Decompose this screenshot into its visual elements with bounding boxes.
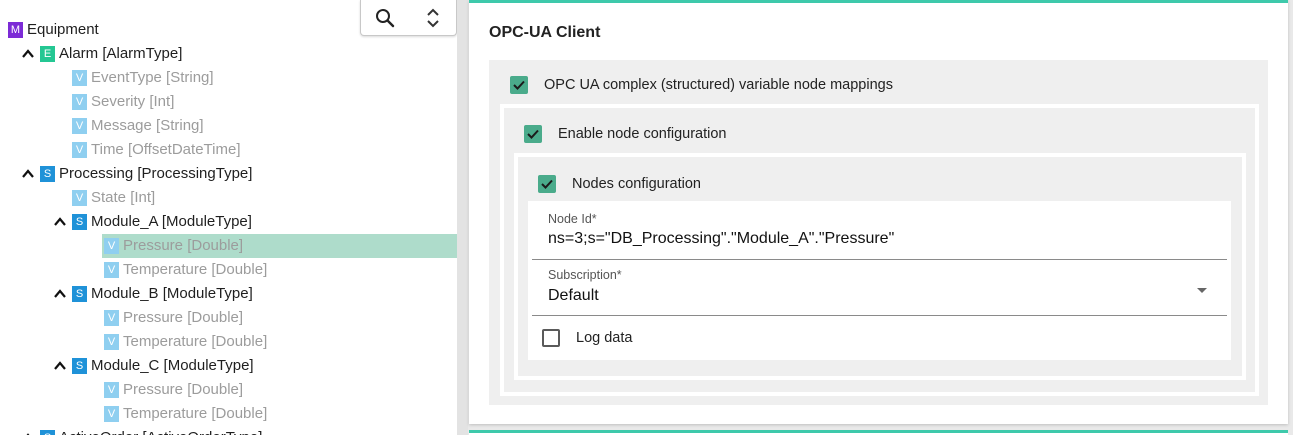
node-id-label: Node Id* xyxy=(548,212,597,226)
mappings-group: OPC UA complex (structured) variable nod… xyxy=(489,60,1268,405)
log-data-checkbox[interactable] xyxy=(542,329,560,347)
log-data-checkbox-label: Log data xyxy=(576,330,633,346)
tree-row[interactable]: V Pressure [Double] xyxy=(0,378,457,402)
tree-row-label: Severity [Int] xyxy=(91,93,175,110)
card-title: OPC-UA Client xyxy=(489,24,601,41)
tree-row-label: Temperature [Double] xyxy=(123,405,268,422)
node-id-value[interactable]: ns=3;s="DB_Processing"."Module_A"."Press… xyxy=(548,230,894,248)
node-type-badge-variable: V xyxy=(104,406,119,422)
node-type-badge-variable: V xyxy=(104,334,119,350)
chevron-up-icon[interactable] xyxy=(22,168,34,180)
enable-checkbox[interactable] xyxy=(524,125,542,143)
node-type-badge-variable: V xyxy=(104,262,119,278)
tree-row-label: Temperature [Double] xyxy=(123,333,268,350)
nodes-config-frame: Nodes configuration Node Id* ns=3;s="DB_… xyxy=(514,153,1246,380)
unfold-icon[interactable] xyxy=(419,4,447,32)
tree-row[interactable]: S Module_C [ModuleType] xyxy=(0,354,457,378)
tree-row-label: Pressure [Double] xyxy=(123,381,244,398)
nodes-config-group: Nodes configuration Node Id* ns=3;s="DB_… xyxy=(518,157,1242,376)
tree-row-label: Pressure [Double] xyxy=(123,237,244,254)
node-type-badge-variable: V xyxy=(104,238,119,254)
node-type-badge-variable: V xyxy=(104,382,119,398)
tree-row[interactable]: V Pressure [Double] xyxy=(0,306,457,330)
mappings-checkbox-label: OPC UA complex (structured) variable nod… xyxy=(544,77,893,93)
panel-splitter[interactable] xyxy=(457,0,468,435)
tree-row-label: EventType [String] xyxy=(91,69,214,86)
tree-row[interactable]: S Processing [ProcessingType] xyxy=(0,162,457,186)
tree-row[interactable]: V Pressure [Double] xyxy=(0,234,457,258)
enable-config-group: Enable node configuration Nodes configur… xyxy=(504,108,1255,392)
tree-toolbar xyxy=(360,0,457,36)
chevron-up-icon[interactable] xyxy=(54,288,66,300)
tree-row[interactable]: V Severity [Int] xyxy=(0,90,457,114)
next-card-edge xyxy=(469,430,1288,435)
chevron-down-icon[interactable] xyxy=(1197,288,1207,293)
tree-row-label: Processing [ProcessingType] xyxy=(59,165,253,182)
mappings-checkbox-row[interactable]: OPC UA complex (structured) variable nod… xyxy=(510,74,1250,98)
mappings-checkbox[interactable] xyxy=(510,76,528,94)
subscription-select[interactable]: Subscription* Default xyxy=(532,260,1227,316)
chevron-up-icon[interactable] xyxy=(54,216,66,228)
tree-row[interactable]: V Time [OffsetDateTime] xyxy=(0,138,457,162)
node-type-badge-structure: S xyxy=(72,214,87,230)
node-type-badge-variable: V xyxy=(104,310,119,326)
tree-row-label: State [Int] xyxy=(91,189,156,206)
tree-row[interactable]: S Module_B [ModuleType] xyxy=(0,282,457,306)
nodes-checkbox[interactable] xyxy=(538,175,556,193)
node-fields-box: Node Id* ns=3;s="DB_Processing"."Module_… xyxy=(528,201,1231,360)
node-type-badge-variable: V xyxy=(72,70,87,86)
tree-row[interactable]: V Temperature [Double] xyxy=(0,402,457,426)
tree-row[interactable]: E Alarm [AlarmType] xyxy=(0,42,457,66)
node-type-badge-variable: V xyxy=(72,94,87,110)
node-type-badge-variable: V xyxy=(72,118,87,134)
tree-row-label: Message [String] xyxy=(91,117,204,134)
enable-config-frame: Enable node configuration Nodes configur… xyxy=(500,104,1259,396)
node-type-badge-structure: S xyxy=(40,430,55,435)
tree-row-label: Time [OffsetDateTime] xyxy=(91,141,241,158)
log-data-checkbox-row[interactable]: Log data xyxy=(542,327,842,351)
tree-row[interactable]: V Temperature [Double] xyxy=(0,330,457,354)
search-icon[interactable] xyxy=(371,4,399,32)
tree-row[interactable]: V State [Int] xyxy=(0,186,457,210)
chevron-up-icon[interactable] xyxy=(22,48,34,60)
subscription-value[interactable]: Default xyxy=(548,287,599,305)
tree-row[interactable]: S Module_A [ModuleType] xyxy=(0,210,457,234)
tree-row-label: Pressure [Double] xyxy=(123,309,244,326)
opcua-client-card: OPC-UA Client OPC UA complex (structured… xyxy=(469,0,1288,424)
enable-checkbox-label: Enable node configuration xyxy=(558,126,727,142)
node-type-badge-model: M xyxy=(8,22,23,38)
tree-row-label: Module_C [ModuleType] xyxy=(91,357,254,374)
nodes-checkbox-row[interactable]: Nodes configuration xyxy=(538,173,1218,197)
tree-row-label: Alarm [AlarmType] xyxy=(59,45,183,62)
tree-row-label: Module_A [ModuleType] xyxy=(91,213,252,230)
tree-row-label: Temperature [Double] xyxy=(123,261,268,278)
chevron-up-icon[interactable] xyxy=(54,360,66,372)
tree-row[interactable]: V Temperature [Double] xyxy=(0,258,457,282)
node-id-field[interactable]: Node Id* ns=3;s="DB_Processing"."Module_… xyxy=(532,201,1227,260)
tree-row-label: Module_B [ModuleType] xyxy=(91,285,253,302)
tree-row-label: Equipment xyxy=(27,21,99,38)
node-type-badge-structure: S xyxy=(72,286,87,302)
tree-row-label: ActiveOrder [ActiveOrderType] xyxy=(59,429,262,435)
tree-row[interactable]: V EventType [String] xyxy=(0,66,457,90)
node-type-badge-structure: S xyxy=(40,166,55,182)
node-tree-panel: M Equipment E Alarm [AlarmType] V EventType [… xyxy=(0,0,457,435)
enable-checkbox-row[interactable]: Enable node configuration xyxy=(524,123,1224,147)
node-type-badge-variable: V xyxy=(72,142,87,158)
node-type-badge-structure: S xyxy=(72,358,87,374)
node-type-badge-variable: V xyxy=(72,190,87,206)
node-type-badge-event: E xyxy=(40,46,55,62)
tree-row[interactable]: S ActiveOrder [ActiveOrderType] xyxy=(0,426,457,435)
tree-row[interactable]: V Message [String] xyxy=(0,114,457,138)
subscription-label: Subscription* xyxy=(548,268,622,282)
nodes-checkbox-label: Nodes configuration xyxy=(572,176,701,192)
